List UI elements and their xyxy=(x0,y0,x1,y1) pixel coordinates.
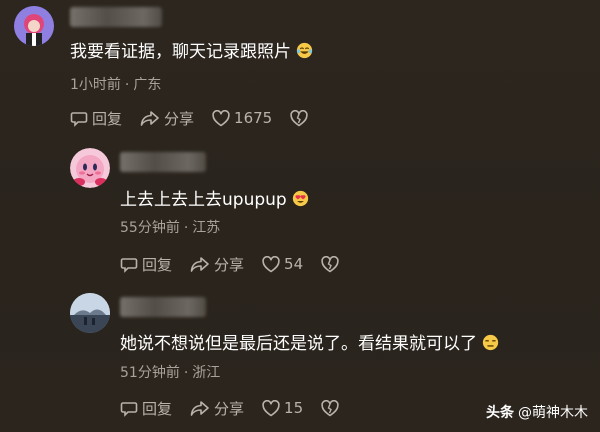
like-button[interactable]: 1675 xyxy=(212,109,272,127)
dislike-button[interactable] xyxy=(290,109,312,127)
like-button[interactable]: 54 xyxy=(262,255,303,273)
username-blurred[interactable] xyxy=(120,297,206,317)
share-button[interactable]: 分享 xyxy=(140,108,194,129)
share-icon xyxy=(190,257,209,272)
reply-label: 回复 xyxy=(142,255,173,274)
heart-icon xyxy=(212,109,230,126)
meta-separator: · xyxy=(183,365,189,381)
comment-text-content: 她说不想说但是最后还是说了。看结果就可以了 xyxy=(120,334,477,354)
crying-laughing-emoji xyxy=(296,42,313,59)
comment-location: 浙江 xyxy=(192,365,221,381)
watermark-brand: 头条 xyxy=(486,405,514,421)
heart-eyes-emoji xyxy=(292,190,308,207)
share-label: 分享 xyxy=(164,109,195,128)
meta-separator: · xyxy=(124,77,130,93)
like-count: 54 xyxy=(284,255,304,273)
reply-label: 回复 xyxy=(92,109,123,128)
avatar[interactable] xyxy=(70,148,110,188)
like-count: 1675 xyxy=(234,109,273,127)
dislike-button[interactable] xyxy=(321,255,343,273)
comment-location: 江苏 xyxy=(192,220,221,236)
share-icon xyxy=(140,111,159,126)
watermark-handle: @萌神木木 xyxy=(518,405,588,421)
comment-time: 51分钟前 xyxy=(120,365,180,381)
comment-actions: 回复 分享 1675 xyxy=(70,107,330,129)
comment-text-content: 上去上去上去upupup xyxy=(120,190,287,210)
background xyxy=(0,0,600,432)
comment-meta: 1小时前 · 广东 xyxy=(70,76,161,94)
comment-actions: 回复 分享 54 xyxy=(120,253,361,275)
comment-text: 我要看证据，聊天记录跟照片 xyxy=(70,40,313,64)
broken-heart-icon xyxy=(321,255,339,272)
share-label: 分享 xyxy=(214,255,245,274)
like-button[interactable]: 15 xyxy=(262,399,303,417)
reply-button[interactable]: 回复 xyxy=(120,254,172,275)
watermark: 头条 @萌神木木 xyxy=(486,402,588,422)
comment-text-content: 我要看证据，聊天记录跟照片 xyxy=(70,42,291,62)
avatar[interactable] xyxy=(14,6,54,46)
share-button[interactable]: 分享 xyxy=(190,254,244,275)
reply-label: 回复 xyxy=(142,399,173,418)
heart-icon xyxy=(262,255,280,272)
comment-location: 广东 xyxy=(133,77,162,93)
reply-icon xyxy=(120,258,138,273)
comment-meta: 55分钟前 · 江苏 xyxy=(120,219,220,237)
username-blurred[interactable] xyxy=(70,7,162,27)
comment-text: 她说不想说但是最后还是说了。看结果就可以了 xyxy=(120,332,499,356)
reply-icon xyxy=(120,402,138,417)
comment-actions: 回复 分享 15 xyxy=(120,397,361,419)
reply-button[interactable]: 回复 xyxy=(120,398,172,419)
share-button[interactable]: 分享 xyxy=(190,398,244,419)
like-count: 15 xyxy=(284,399,304,417)
comment-text: 上去上去上去upupup xyxy=(120,188,309,212)
reply-button[interactable]: 回复 xyxy=(70,108,122,129)
reply-icon xyxy=(70,112,88,127)
broken-heart-icon xyxy=(290,109,308,126)
share-icon xyxy=(190,401,209,416)
comment-time: 1小时前 xyxy=(70,77,121,93)
comment-time: 55分钟前 xyxy=(120,220,180,236)
share-label: 分享 xyxy=(214,399,245,418)
broken-heart-icon xyxy=(321,399,339,416)
avatar[interactable] xyxy=(70,293,110,333)
username-blurred[interactable] xyxy=(120,152,206,172)
meta-separator: · xyxy=(183,220,189,236)
comment-meta: 51分钟前 · 浙江 xyxy=(120,364,220,382)
dislike-button[interactable] xyxy=(321,399,343,417)
unamused-emoji xyxy=(482,334,499,351)
heart-icon xyxy=(262,399,280,416)
